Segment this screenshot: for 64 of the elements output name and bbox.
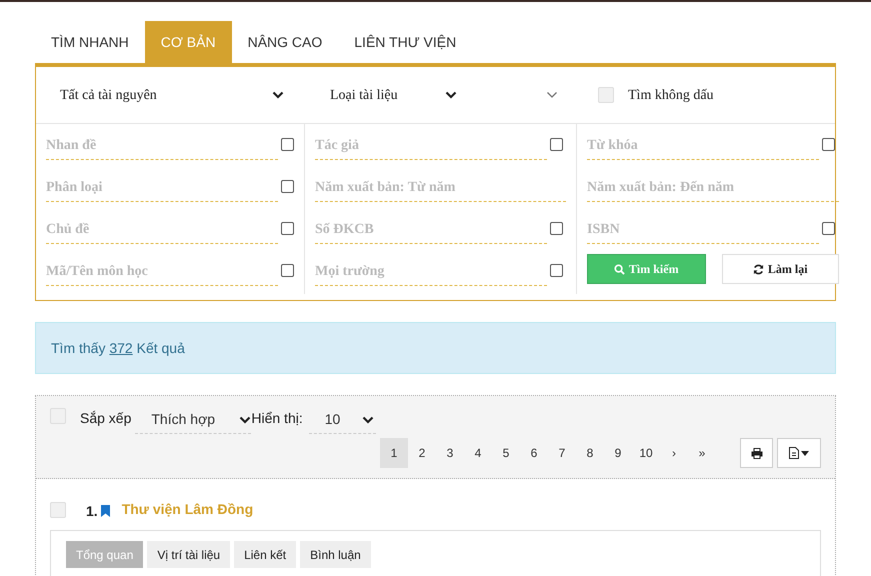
page-link[interactable]: 9 (604, 438, 632, 468)
search-field[interactable]: Nhan đề (46, 132, 278, 160)
document-type-dropdown[interactable]: Loại tài liệu (330, 84, 457, 106)
caret-icon (546, 91, 558, 99)
search-tab[interactable]: LIÊN THƯ VIỆN (338, 21, 472, 63)
print-button[interactable] (740, 438, 773, 468)
result-number: 1. (86, 502, 98, 521)
display-label: Hiển thị: (251, 409, 303, 428)
sort-label: Sắp xếp (80, 409, 132, 428)
reset-button[interactable]: Làm lại (722, 254, 839, 284)
field-checkbox[interactable] (281, 222, 294, 235)
search-tab[interactable]: NÂNG CAO (232, 21, 338, 63)
field-checkbox[interactable] (281, 180, 294, 193)
page-link[interactable]: 8 (576, 438, 604, 468)
result-tab[interactable]: Liên kết (234, 541, 296, 568)
field-checkbox[interactable] (550, 264, 563, 277)
search-icon (614, 264, 625, 274)
page-link[interactable]: 7 (548, 438, 576, 468)
caret-icon (362, 416, 374, 424)
page-link[interactable]: › (660, 438, 688, 468)
search-field[interactable]: ISBN (587, 216, 819, 244)
search-tab[interactable]: TÌM NHANH (35, 21, 145, 63)
resource-dropdown[interactable]: Tất cả tài nguyên (60, 84, 284, 106)
field-checkbox[interactable] (281, 138, 294, 151)
sort-dropdown[interactable]: Thích hợp (135, 406, 252, 434)
result-tab[interactable]: Bình luận (300, 541, 371, 568)
result-count-link[interactable]: 372 (109, 340, 133, 356)
page-link[interactable]: 4 (464, 438, 492, 468)
result-count-text: Tìm thấy 372 Kết quả (51, 338, 185, 358)
unaccented-checkbox[interactable] (598, 87, 614, 103)
search-field[interactable]: Mọi trường (315, 258, 547, 286)
field-checkbox[interactable] (281, 264, 294, 277)
field-checkbox[interactable] (822, 222, 835, 235)
field-checkbox[interactable] (550, 138, 563, 151)
caret-icon (272, 91, 284, 99)
page-link[interactable]: 10 (632, 438, 660, 468)
search-field[interactable]: Mã/Tên môn học (46, 258, 278, 286)
caret-icon (239, 416, 252, 424)
page-link[interactable]: » (688, 438, 716, 468)
export-button[interactable] (777, 438, 821, 468)
printer-icon (750, 448, 762, 458)
search-field[interactable]: Từ khóa (587, 132, 819, 160)
field-checkbox[interactable] (550, 222, 563, 235)
search-field[interactable]: Năm xuất bản: Đến năm (587, 174, 839, 202)
page-link[interactable]: 1 (380, 438, 408, 468)
unaccented-label: Tìm không dấu (628, 86, 714, 104)
search-field[interactable]: Năm xuất bản: Từ năm (315, 174, 566, 202)
caret-icon (801, 450, 809, 456)
search-field[interactable]: Tác giả (315, 132, 547, 160)
page-link[interactable]: 3 (436, 438, 464, 468)
search-field[interactable]: Chủ đề (46, 216, 278, 244)
document-icon (789, 447, 799, 459)
field-checkbox[interactable] (822, 138, 835, 151)
bookmark-icon (100, 504, 110, 516)
caret-icon (445, 91, 457, 99)
search-field[interactable]: Số ĐKCB (315, 216, 547, 244)
result-checkbox[interactable] (50, 502, 66, 518)
page-link[interactable]: 5 (492, 438, 520, 468)
refresh-icon (752, 264, 764, 274)
display-dropdown[interactable]: 10 (308, 406, 376, 434)
page-link[interactable]: 2 (408, 438, 436, 468)
search-field[interactable]: Phân loại (46, 174, 278, 202)
page-link[interactable]: 6 (520, 438, 548, 468)
result-tab[interactable]: Vị trí tài liệu (147, 541, 230, 568)
